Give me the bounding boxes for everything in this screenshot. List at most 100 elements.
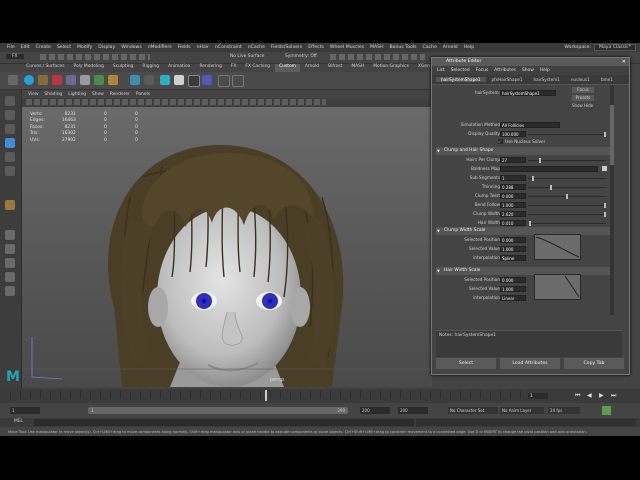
shelf-tab-rigging[interactable]: Rigging: [138, 64, 163, 72]
paint-effects-icon[interactable]: [52, 75, 62, 85]
time-cursor[interactable]: [265, 390, 267, 401]
render-tool-icons[interactable]: [330, 54, 425, 60]
use-nucleus-checkbox[interactable]: ✓: [498, 139, 503, 144]
map-checker-icon[interactable]: [602, 166, 607, 171]
ae-menu-attributes[interactable]: Attributes: [494, 68, 516, 73]
status-tool-icons[interactable]: [40, 54, 150, 60]
panel-menu-show[interactable]: Show: [92, 92, 104, 97]
current-frame-field[interactable]: 1: [528, 393, 548, 399]
display-quality-slider[interactable]: [528, 132, 606, 137]
hair-interpolation-dropdown[interactable]: Linear: [500, 295, 526, 301]
select-button[interactable]: Select: [436, 358, 496, 369]
lasso-tool-icon[interactable]: [5, 110, 15, 120]
fps-dropdown[interactable]: 24 fps: [548, 407, 580, 414]
ae-tab-time[interactable]: time1: [596, 77, 618, 82]
curve-icon[interactable]: [66, 75, 76, 85]
layout-graph-icon[interactable]: [5, 286, 15, 296]
shelf-tab-animation[interactable]: Animation: [164, 64, 194, 72]
symmetry-dropdown[interactable]: Symmetry: Off: [285, 54, 317, 59]
shelf-tool-icon[interactable]: [144, 75, 154, 85]
menu-display[interactable]: Display: [98, 45, 115, 50]
menu-fields-solvers[interactable]: Fields/Solvers: [271, 45, 302, 50]
ae-title-bar[interactable]: Attribute Editor ✕: [432, 58, 629, 66]
move-tool-icon[interactable]: [5, 138, 15, 148]
clump-attr-field[interactable]: 1: [500, 175, 526, 181]
hair-selected-value-field[interactable]: 1.000: [500, 286, 526, 292]
layout-split-icon[interactable]: [5, 258, 15, 268]
menu-arnold[interactable]: Arnold: [443, 45, 458, 50]
dynamic-curve-icon[interactable]: [94, 75, 104, 85]
shelf-tab-rendering[interactable]: Rendering: [195, 64, 225, 72]
shelf-tab-fx-caching[interactable]: FX Caching: [241, 64, 274, 72]
menu-fields[interactable]: Fields: [178, 45, 191, 50]
slider-knob[interactable]: [528, 221, 531, 226]
panel-menu-view[interactable]: View: [28, 92, 38, 97]
hair-cache-icon[interactable]: [108, 75, 118, 85]
auto-key-icon[interactable]: [602, 406, 611, 415]
ae-tab-hairsystem[interactable]: hairSystem1: [529, 77, 565, 82]
slider-knob[interactable]: [566, 194, 568, 199]
clump-attr-field[interactable]: [500, 166, 598, 172]
clump-attr-field[interactable]: 0.010: [500, 220, 526, 226]
anim-layer-dropdown[interactable]: No Anim Layer: [500, 407, 544, 414]
menu-mash[interactable]: MASH: [370, 45, 383, 50]
menu-select[interactable]: Select: [57, 45, 71, 50]
ae-tab-nucleus[interactable]: nucleus1: [566, 77, 595, 82]
shelf-tab-sculpting[interactable]: Sculpting: [109, 64, 138, 72]
section-clump-hair-shape[interactable]: Clump and Hair Shape: [436, 147, 612, 155]
menu-wheel-muscles[interactable]: Wheel Muscles: [330, 45, 364, 50]
clump-attr-field[interactable]: 2.620: [500, 211, 526, 217]
prev-key-icon[interactable]: ⏮: [575, 392, 580, 400]
menu-help[interactable]: Help: [464, 45, 474, 50]
last-tool-icon[interactable]: [5, 200, 15, 210]
ae-menu-focus[interactable]: Focus: [476, 68, 489, 73]
script-icon[interactable]: [218, 75, 230, 87]
menu-windows[interactable]: Windows: [121, 45, 142, 50]
slider-knob[interactable]: [604, 132, 606, 137]
select-tool-icon[interactable]: [5, 96, 15, 106]
menu-edit[interactable]: Edit: [21, 45, 30, 50]
field-icon[interactable]: [202, 75, 212, 85]
menu-file[interactable]: File: [7, 45, 15, 50]
rotate-tool-icon[interactable]: [5, 152, 15, 162]
menuset-dropdown[interactable]: FX: [6, 54, 24, 59]
slider-knob[interactable]: [604, 203, 606, 208]
menu-create[interactable]: Create: [36, 45, 51, 50]
presets-button[interactable]: Presets: [572, 95, 594, 101]
slider-knob[interactable]: [550, 185, 553, 190]
section-hair-width-scale[interactable]: Hair Width Scale: [436, 267, 612, 275]
panel-toolbar-icons[interactable]: [26, 99, 326, 105]
slider-knob[interactable]: [539, 158, 542, 163]
menu-effects[interactable]: Effects: [308, 45, 324, 50]
clump-width-ramp[interactable]: [534, 234, 581, 260]
panel-menu-renderer[interactable]: Renderer: [110, 92, 130, 97]
slider-knob[interactable]: [604, 212, 606, 217]
ae-menu-list[interactable]: List: [437, 68, 445, 73]
clump-attr-slider[interactable]: [528, 176, 606, 181]
hair-selected-position-field[interactable]: 0.000: [500, 277, 526, 283]
nparticle-icon[interactable]: [188, 75, 200, 87]
show-button[interactable]: Show: [572, 103, 583, 109]
shelf-tab-fx[interactable]: FX: [227, 64, 241, 72]
section-clump-width-scale[interactable]: Clump Width Scale: [436, 227, 612, 235]
panel-menu-lighting[interactable]: Lighting: [68, 92, 86, 97]
clump-attr-field[interactable]: 0.288: [500, 184, 526, 190]
scale-tool-icon[interactable]: [5, 166, 15, 176]
menu-cache[interactable]: Cache: [423, 45, 437, 50]
ae-menu-show[interactable]: Show: [522, 68, 534, 73]
end-time-field[interactable]: 200: [360, 407, 390, 414]
menu-bonus-tools[interactable]: Bonus Tools: [390, 45, 417, 50]
layout-four-icon[interactable]: [5, 244, 15, 254]
time-slider[interactable]: 1 ⏮ ◀ ▶ ⏭: [0, 389, 640, 403]
clump-attr-slider[interactable]: [528, 194, 606, 199]
clump-interpolation-dropdown[interactable]: Spline: [500, 255, 526, 261]
slider-knob[interactable]: [531, 176, 534, 181]
mel-icon[interactable]: [232, 75, 244, 87]
close-icon[interactable]: ✕: [622, 58, 626, 66]
ae-scrollbar-thumb[interactable]: [610, 105, 614, 165]
play-back-icon[interactable]: ◀: [587, 392, 592, 399]
clump-attr-field[interactable]: 27: [500, 157, 526, 163]
menu-nmodifiers[interactable]: nModifiers: [148, 45, 172, 50]
hair-width-ramp[interactable]: [534, 274, 581, 300]
clump-attr-field[interactable]: 0.000: [500, 193, 526, 199]
